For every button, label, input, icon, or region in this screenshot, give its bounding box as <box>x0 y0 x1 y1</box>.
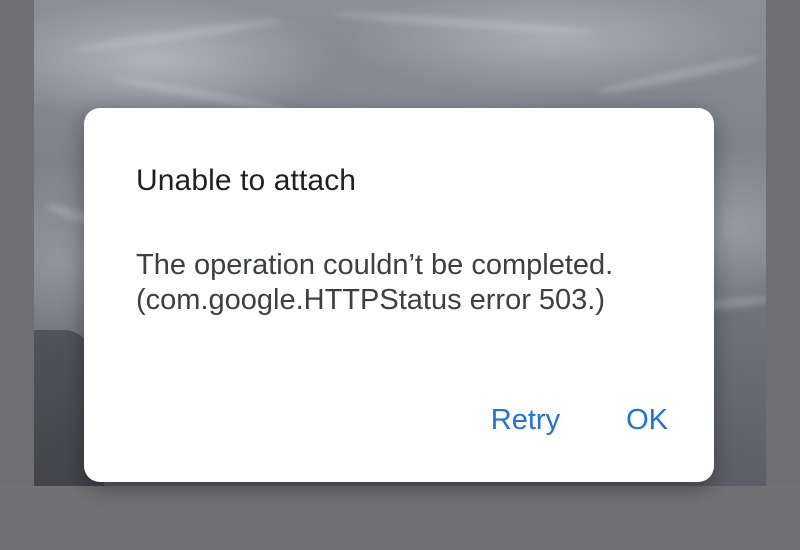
dialog-message-line-2: (com.google.HTTPStatus error 503.) <box>136 284 606 316</box>
dialog-message: The operation couldn’t be completed. (co… <box>136 248 613 318</box>
dialog-actions: Retry OK <box>491 404 668 437</box>
page-margin-left <box>0 0 34 550</box>
page-margin-right <box>766 0 800 550</box>
error-dialog: Unable to attach The operation couldn’t … <box>84 108 714 482</box>
dialog-message-line-1: The operation couldn’t be completed. <box>136 249 614 281</box>
cloud-streak <box>333 8 595 38</box>
cloud-streak <box>594 52 764 98</box>
dialog-title: Unable to attach <box>136 164 357 197</box>
retry-button[interactable]: Retry <box>491 404 560 437</box>
cloud-streak <box>74 15 284 55</box>
page-margin-bottom <box>0 486 800 550</box>
ok-button[interactable]: OK <box>626 404 668 437</box>
